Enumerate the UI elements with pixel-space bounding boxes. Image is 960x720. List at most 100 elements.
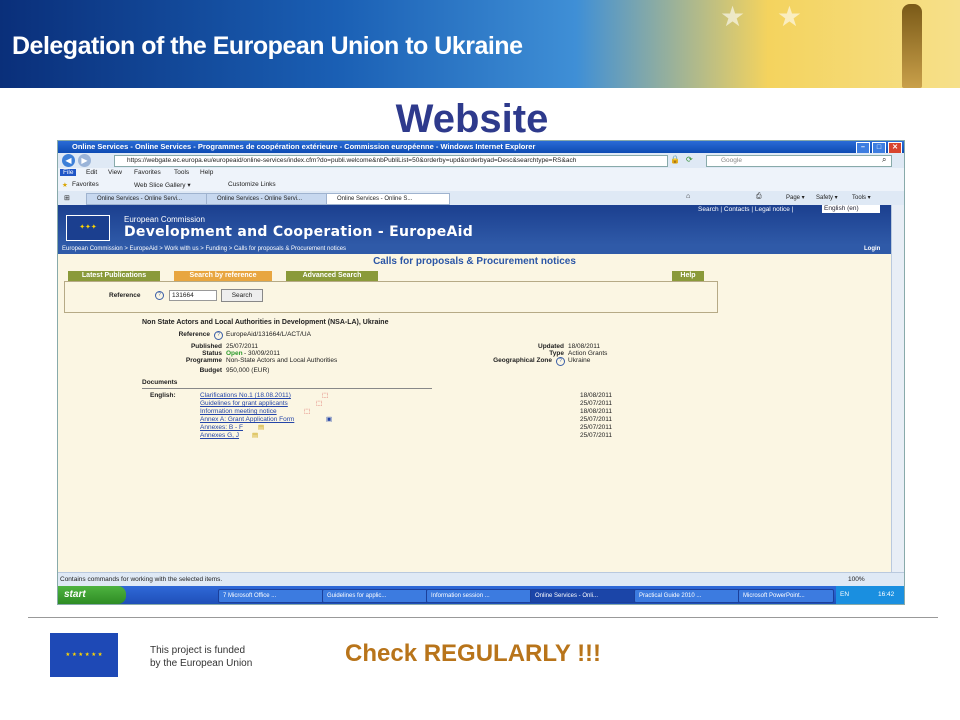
windows-taskbar: start 7 Microsoft Office ... Guidelines … [58,586,904,604]
eu-flag-icon: ✦✦✦ [66,215,110,241]
updated-value: 18/08/2011 [568,343,601,350]
star-icon: ★ ★ [720,1,814,32]
document-link[interactable]: Clarifications No.1 (18.08.2011) [200,392,291,399]
start-button[interactable]: start [58,586,126,604]
menu-help[interactable]: Help [200,169,213,176]
refresh-icon[interactable]: ⟳ [686,155,693,164]
reference-input[interactable]: 131664 [169,290,217,301]
taskbar-item[interactable]: 7 Microsoft Office ... [218,589,324,603]
web-slice-gallery[interactable]: Web Slice Gallery ▾ [134,181,191,189]
published-label: Published [190,343,222,350]
notice-title: Non State Actors and Local Authorities i… [142,319,389,326]
window-titlebar: Online Services - Online Services - Prog… [58,141,904,154]
pdf-icon[interactable]: ⬚ [316,399,322,407]
search-icon[interactable]: ⌕ [882,155,886,165]
slide-banner: Delegation of the European Union to Ukra… [0,0,960,88]
address-bar-row: ◀ ▶ https://webgate.ec.europa.eu/europea… [58,153,904,169]
document-date: 18/08/2011 [580,408,613,415]
tab-help[interactable]: Help [672,271,704,281]
safety-menu[interactable]: Safety ▾ [816,194,838,201]
zoom-level[interactable]: 100% [848,573,865,587]
funded-line-2: by the European Union [150,658,253,669]
back-icon[interactable]: ◀ [62,154,75,167]
document-date: 25/07/2011 [580,416,613,423]
status-badge: Open [226,350,243,357]
published-value: 25/07/2011 [226,343,259,350]
type-label: Type [549,350,564,357]
pdf-icon[interactable]: ⬚ [322,391,328,399]
menu-favorites[interactable]: Favorites [134,169,161,176]
updated-label: Updated [538,343,564,350]
web-page: ✦✦✦ European Commission Development and … [58,205,891,572]
search-button[interactable]: Search [221,289,263,302]
word-icon[interactable]: ▣ [326,415,332,423]
taskbar-item[interactable]: Information session ... [426,589,532,603]
eu-stars-icon: ★ ★ ★ ★ ★ ★ [65,652,103,658]
type-value: Action Grants [568,350,608,357]
zone-value: Ukraine [568,357,591,364]
taskbar-item[interactable]: Practical Guide 2010 ... [634,589,740,603]
budget-label: Budget [199,367,222,374]
home-icon[interactable]: ⌂ [686,193,690,200]
clock: 16:42 [878,591,895,598]
help-icon[interactable]: ? [556,357,565,366]
menu-edit[interactable]: Edit [86,169,97,176]
eu-flag-logo: ★ ★ ★ ★ ★ ★ [50,633,118,677]
tab-search-by-reference[interactable]: Search by reference [174,271,272,281]
forward-icon[interactable]: ▶ [78,154,91,167]
programme-value: Non-State Actors and Local Authorities [226,357,338,364]
tab-advanced-search[interactable]: Advanced Search [286,271,378,281]
favorites-star-icon: ★ [62,182,68,189]
quick-tabs-icon[interactable]: ⊞ [64,194,70,202]
site-header: ✦✦✦ European Commission Development and … [58,205,891,245]
browser-tab-strip: ⊞ Online Services - Online Servi... Onli… [58,191,904,206]
lock-icon[interactable]: 🔒 [670,155,680,164]
document-date: 25/07/2011 [580,424,613,431]
tab-latest-publications[interactable]: Latest Publications [68,271,160,281]
status-deadline: - 30/09/2011 [244,350,281,357]
site-name: Development and Cooperation - EuropeAid [124,224,474,240]
taskbar-item[interactable]: Microsoft PowerPoint... [738,589,834,603]
documents-divider [142,388,432,389]
login-link[interactable]: Login [864,245,880,254]
document-link[interactable]: Annexes: B - F [200,424,243,431]
browser-tab-active[interactable]: Online Services - Online S... [326,193,450,205]
page-menu[interactable]: Page ▾ [786,194,805,201]
browser-tab[interactable]: Online Services - Online Servi... [206,193,330,205]
site-top-links[interactable]: Search | Contacts | Legal notice | [698,206,793,213]
document-date: 25/07/2011 [580,400,613,407]
taskbar-item[interactable]: Guidelines for applic... [322,589,428,603]
document-link[interactable]: Guidelines for grant applicants [200,400,288,407]
page-heading: Calls for proposals & Procurement notice… [373,256,576,267]
help-icon[interactable]: ? [214,331,223,340]
site-tabs: Latest Publications Search by reference … [58,271,891,281]
search-input[interactable]: Google [706,155,892,167]
document-link[interactable]: Information meeting notice [200,408,277,415]
reference-field-label: Reference [178,331,210,338]
pdf-icon[interactable]: ⬚ [304,407,310,415]
archive-icon[interactable]: ▤ [252,431,258,439]
status-text: Contains commands for working with the s… [60,576,223,583]
language-indicator[interactable]: EN [840,586,849,604]
tools-menu[interactable]: Tools ▾ [852,194,871,201]
site-commission: European Commission [124,215,205,224]
breadcrumb-text[interactable]: European Commission > EuropeAid > Work w… [62,245,346,254]
menu-file[interactable]: File [60,169,77,176]
menu-view[interactable]: View [108,169,122,176]
vertical-scrollbar[interactable] [891,205,904,572]
print-icon[interactable]: ⎙ [756,193,762,201]
document-link[interactable]: Annex A: Grant Application Form [200,416,294,423]
archive-icon[interactable]: ▤ [258,423,264,431]
customize-links[interactable]: Customize Links [228,181,276,188]
banner-title: Delegation of the European Union to Ukra… [12,32,523,60]
language-select[interactable]: English (en) [822,205,880,213]
browser-tab[interactable]: Online Services - Online Servi... [86,193,210,205]
document-link[interactable]: Annexes G, J [200,432,239,439]
favorites-button[interactable]: Favorites [72,181,99,188]
menu-bar: File Edit View Favorites Tools Help [58,168,904,179]
taskbar-item-active[interactable]: Online Services - Onli... [530,589,636,603]
zone-label: Geographical Zone [493,357,552,364]
menu-tools[interactable]: Tools [174,169,189,176]
help-icon[interactable]: ? [155,291,164,300]
url-input[interactable]: https://webgate.ec.europa.eu/europeaid/o… [114,155,668,167]
